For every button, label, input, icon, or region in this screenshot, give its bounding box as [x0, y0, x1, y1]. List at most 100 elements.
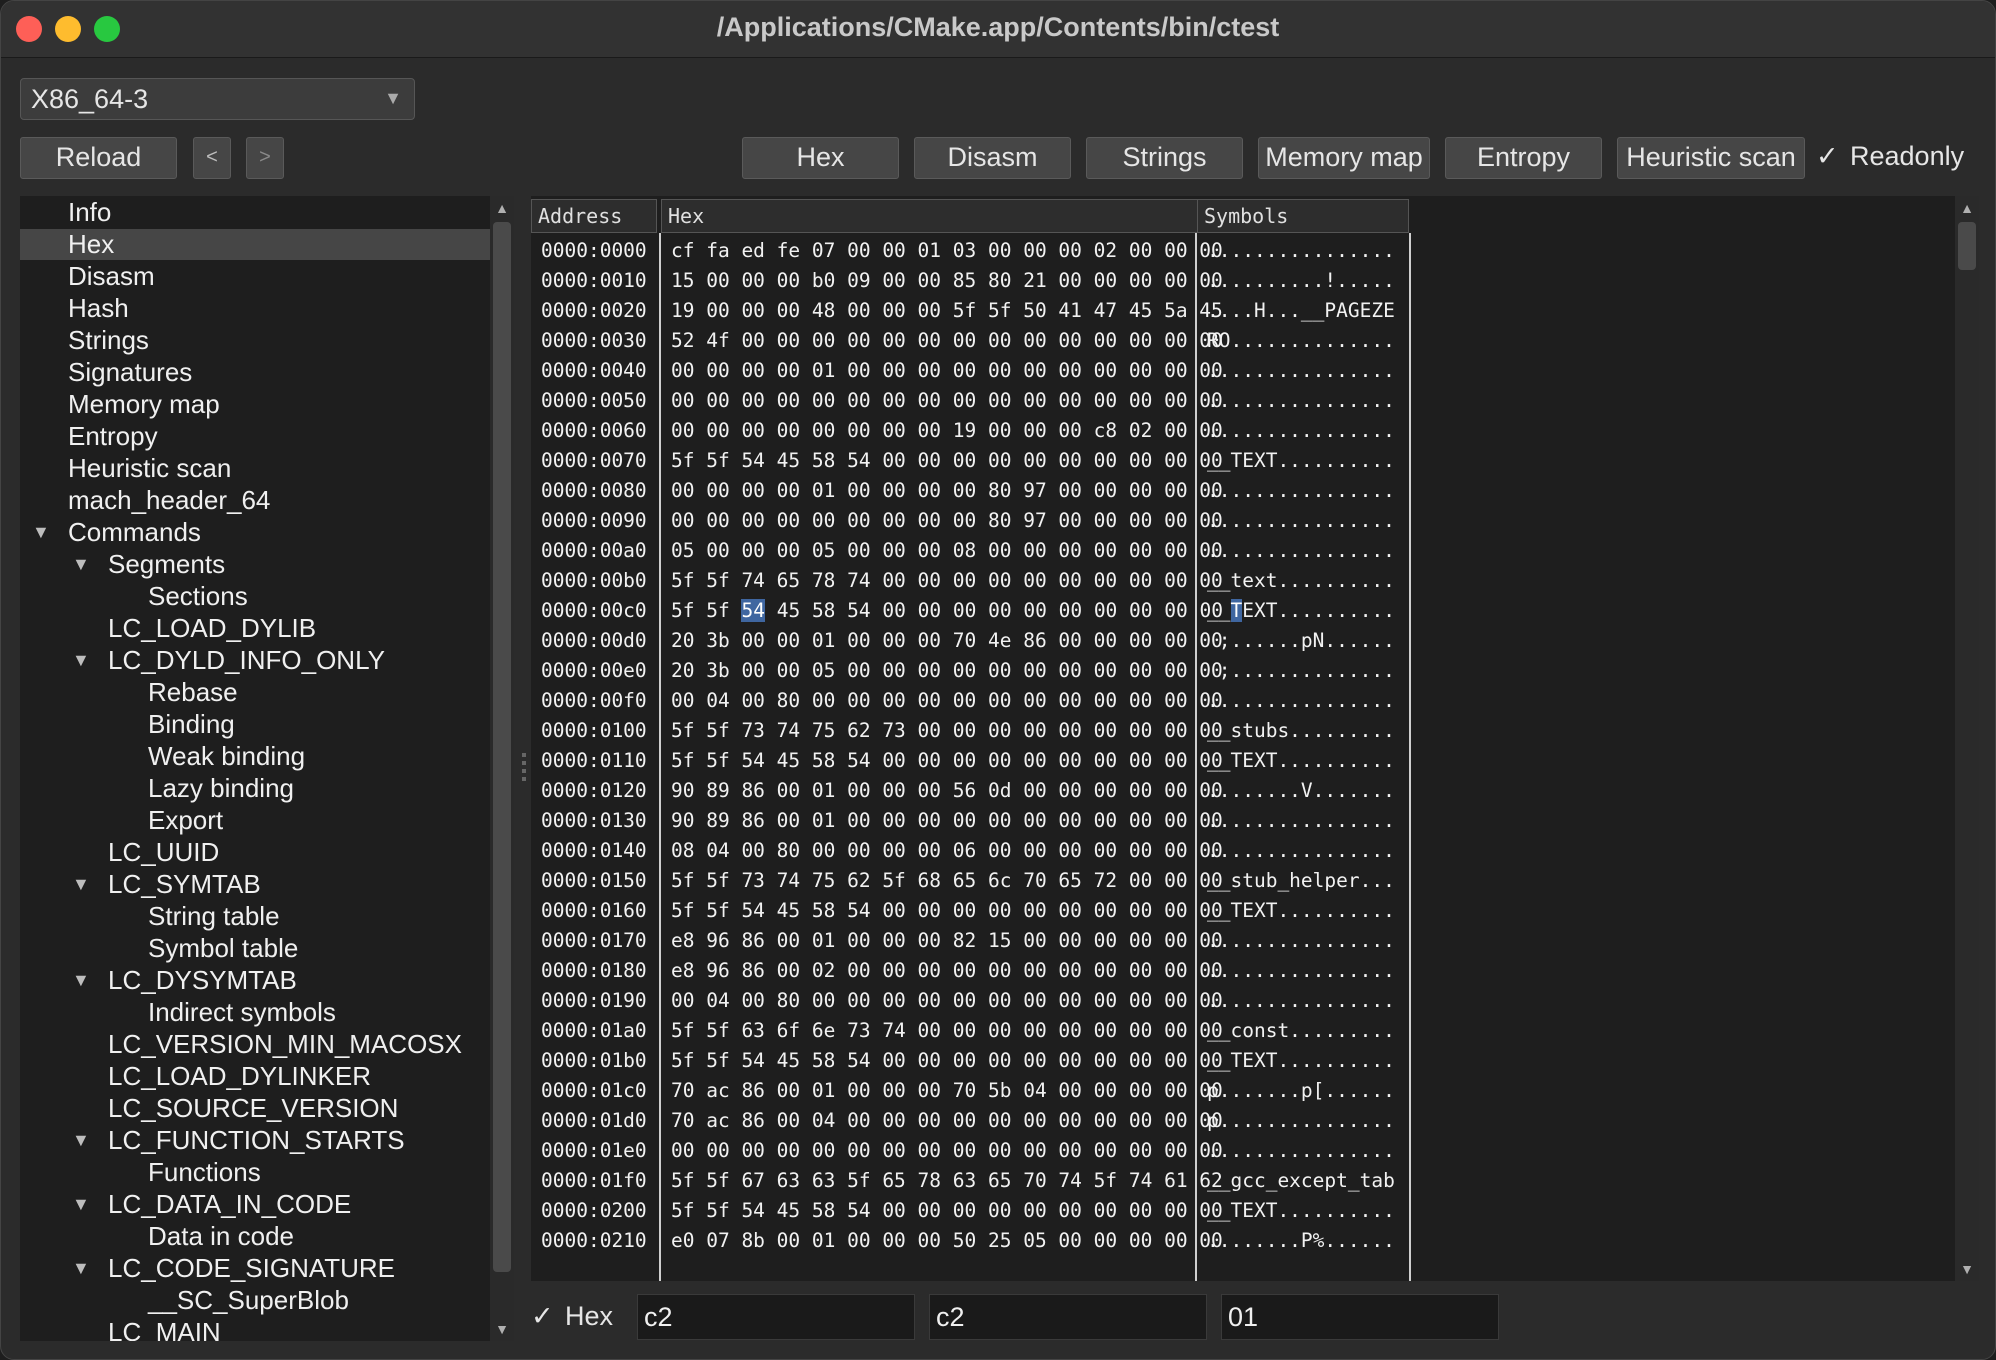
hex-row[interactable]: 0000:0030 52 4f 00 00 00 00 00 00 00 00 0… — [531, 326, 1931, 356]
row-hex-bytes[interactable]: 00 04 00 80 00 00 00 00 00 00 00 00 00 0… — [671, 686, 1223, 716]
hex-row[interactable]: 0000:01f0 5f 5f 67 63 63 5f 65 78 63 65 7… — [531, 1166, 1931, 1196]
tree-item[interactable]: ▼ LC_DYLD_INFO_ONLY — [20, 645, 490, 676]
tree-item[interactable]: __SC_SuperBlob — [20, 1285, 490, 1316]
row-symbols[interactable]: ................ — [1207, 836, 1395, 866]
hex-row[interactable]: 0000:0100 5f 5f 73 74 75 62 73 00 00 00 0… — [531, 716, 1931, 746]
row-symbols[interactable]: ................ — [1207, 1136, 1395, 1166]
hex-row[interactable]: 0000:01a0 5f 5f 63 6f 6e 73 74 00 00 00 0… — [531, 1016, 1931, 1046]
hex-row[interactable]: 0000:00a0 05 00 00 00 05 00 00 00 08 00 0… — [531, 536, 1931, 566]
tree-item[interactable]: Lazy binding — [20, 773, 490, 804]
tree-item[interactable]: ▼ LC_FUNCTION_STARTS — [20, 1125, 490, 1156]
row-symbols[interactable]: ........V....... — [1207, 776, 1395, 806]
expand-arrow-icon[interactable]: ▼ — [72, 869, 90, 900]
hex-row[interactable]: 0000:01b0 5f 5f 54 45 58 54 00 00 00 00 0… — [531, 1046, 1931, 1076]
value-field-3[interactable]: 01 — [1221, 1294, 1499, 1340]
hex-view[interactable]: Address Hex Symbols 0000:0000 cf fa ed fe… — [531, 196, 1955, 1281]
hex-row[interactable]: 0000:0020 19 00 00 00 48 00 00 00 5f 5f 5… — [531, 296, 1931, 326]
hex-row[interactable]: 0000:0090 00 00 00 00 00 00 00 00 00 80 9… — [531, 506, 1931, 536]
row-hex-bytes[interactable]: 00 00 00 00 00 00 00 00 00 00 00 00 00 0… — [671, 386, 1223, 416]
row-hex-bytes[interactable]: 5f 5f 54 45 58 54 00 00 00 00 00 00 00 0… — [671, 1046, 1223, 1076]
hex-row[interactable]: 0000:0150 5f 5f 73 74 75 62 5f 68 65 6c 7… — [531, 866, 1931, 896]
row-symbols[interactable]: ................ — [1207, 506, 1395, 536]
architecture-dropdown[interactable]: X86_64-3 ▼ — [20, 78, 415, 120]
row-symbols[interactable]: ................ — [1207, 986, 1395, 1016]
expand-arrow-icon[interactable]: ▼ — [72, 1253, 90, 1284]
row-symbols[interactable]: ....H...__PAGEZE — [1207, 296, 1395, 326]
memory-map-button[interactable]: Memory map — [1258, 137, 1430, 179]
row-symbols[interactable]: __const......... — [1207, 1016, 1395, 1046]
tree-item[interactable]: Heuristic scan — [20, 453, 490, 484]
tree-item[interactable]: Export — [20, 805, 490, 836]
expand-arrow-icon[interactable]: ▼ — [72, 965, 90, 996]
expand-arrow-icon[interactable]: ▼ — [72, 645, 90, 676]
heuristic-scan-button[interactable]: Heuristic scan — [1617, 137, 1805, 179]
row-symbols[interactable]: RO.............. — [1207, 326, 1395, 356]
row-hex-bytes[interactable]: 5f 5f 54 45 58 54 00 00 00 00 00 00 00 0… — [671, 896, 1223, 926]
hex-row[interactable]: 0000:01e0 00 00 00 00 00 00 00 00 00 00 0… — [531, 1136, 1931, 1166]
tree-item[interactable]: ▼ LC_CODE_SIGNATURE — [20, 1253, 490, 1284]
row-symbols[interactable]: ................ — [1207, 806, 1395, 836]
row-symbols[interactable]: __TEXT.......... — [1207, 1046, 1395, 1076]
row-hex-bytes[interactable]: 00 00 00 00 00 00 00 00 00 00 00 00 00 0… — [671, 1136, 1223, 1166]
row-symbols[interactable]: ................ — [1207, 956, 1395, 986]
row-symbols[interactable]: __gcc_except_tab — [1207, 1166, 1395, 1196]
scroll-down-arrow-icon[interactable]: ▼ — [490, 1317, 514, 1341]
hex-row[interactable]: 0000:01c0 70 ac 86 00 01 00 00 00 70 5b 0… — [531, 1076, 1931, 1106]
row-hex-bytes[interactable]: 15 00 00 00 b0 09 00 00 85 80 21 00 00 0… — [671, 266, 1223, 296]
row-hex-bytes[interactable]: 52 4f 00 00 00 00 00 00 00 00 00 00 00 0… — [671, 326, 1223, 356]
hex-row[interactable]: 0000:00d0 20 3b 00 00 01 00 00 00 70 4e 8… — [531, 626, 1931, 656]
row-symbols[interactable]: ................ — [1207, 416, 1395, 446]
expand-arrow-icon[interactable]: ▼ — [32, 517, 50, 548]
scroll-down-arrow-icon[interactable]: ▼ — [1955, 1257, 1979, 1281]
tree-item[interactable]: Rebase — [20, 677, 490, 708]
hex-row[interactable]: 0000:0210 e0 07 8b 00 01 00 00 00 50 25 0… — [531, 1226, 1931, 1256]
row-symbols[interactable]: ;......pN...... — [1207, 626, 1395, 656]
row-hex-bytes[interactable]: 5f 5f 73 74 75 62 73 00 00 00 00 00 00 0… — [671, 716, 1223, 746]
hex-column-header[interactable]: Hex — [661, 199, 1203, 233]
row-hex-bytes[interactable]: 20 3b 00 00 05 00 00 00 00 00 00 00 00 0… — [671, 656, 1223, 686]
symbols-column-header[interactable]: Symbols — [1197, 199, 1409, 233]
back-button[interactable]: < — [193, 137, 231, 179]
scrollbar-thumb[interactable] — [493, 222, 511, 1272]
row-symbols[interactable]: __stubs......... — [1207, 716, 1395, 746]
expand-arrow-icon[interactable]: ▼ — [72, 549, 90, 580]
hex-row[interactable]: 0000:0060 00 00 00 00 00 00 00 00 19 00 0… — [531, 416, 1931, 446]
hex-row[interactable]: 0000:0050 00 00 00 00 00 00 00 00 00 00 0… — [531, 386, 1931, 416]
tree-item[interactable]: mach_header_64 — [20, 485, 490, 516]
tree-item[interactable]: ▼ Commands — [20, 517, 490, 548]
tree-item[interactable]: Indirect symbols — [20, 997, 490, 1028]
hex-row[interactable]: 0000:0120 90 89 86 00 01 00 00 00 56 0d 0… — [531, 776, 1931, 806]
tree-item[interactable]: ▼ LC_DATA_IN_CODE — [20, 1189, 490, 1220]
row-hex-bytes[interactable]: cf fa ed fe 07 00 00 01 03 00 00 00 02 0… — [671, 236, 1223, 266]
scroll-up-arrow-icon[interactable]: ▲ — [1955, 196, 1979, 220]
row-hex-bytes[interactable]: 5f 5f 74 65 78 74 00 00 00 00 00 00 00 0… — [671, 566, 1223, 596]
expand-arrow-icon[interactable]: ▼ — [72, 1189, 90, 1220]
hex-row[interactable]: 0000:0010 15 00 00 00 b0 09 00 00 85 80 2… — [531, 266, 1931, 296]
entropy-button[interactable]: Entropy — [1445, 137, 1602, 179]
hex-row[interactable]: 0000:0140 08 04 00 80 00 00 00 00 06 00 0… — [531, 836, 1931, 866]
row-symbols[interactable]: ................ — [1207, 386, 1395, 416]
hex-row[interactable]: 0000:0180 e8 96 86 00 02 00 00 00 00 00 0… — [531, 956, 1931, 986]
hex-row[interactable]: 0000:0040 00 00 00 00 01 00 00 00 00 00 0… — [531, 356, 1931, 386]
hex-row[interactable]: 0000:0130 90 89 86 00 01 00 00 00 00 00 0… — [531, 806, 1931, 836]
row-hex-bytes[interactable]: e8 96 86 00 01 00 00 00 82 15 00 00 00 0… — [671, 926, 1223, 956]
row-symbols[interactable]: ;.............. — [1207, 656, 1395, 686]
hex-row[interactable]: 0000:00b0 5f 5f 74 65 78 74 00 00 00 00 0… — [531, 566, 1931, 596]
hex-row[interactable]: 0000:0070 5f 5f 54 45 58 54 00 00 00 00 0… — [531, 446, 1931, 476]
row-symbols[interactable]: __stub_helper... — [1207, 866, 1395, 896]
row-symbols[interactable]: __TEXT.......... — [1207, 1196, 1395, 1226]
hex-row[interactable]: 0000:0000 cf fa ed fe 07 00 00 01 03 00 0… — [531, 236, 1931, 266]
row-symbols[interactable]: __TEXT.......... — [1207, 896, 1395, 926]
row-hex-bytes[interactable]: 5f 5f 54 45 58 54 00 00 00 00 00 00 00 0… — [671, 596, 1223, 626]
tree-item[interactable]: LC_LOAD_DYLINKER — [20, 1061, 490, 1092]
tree-item[interactable]: Binding — [20, 709, 490, 740]
panel-splitter-handle[interactable] — [522, 753, 526, 791]
tree-item[interactable]: Memory map — [20, 389, 490, 420]
row-symbols[interactable]: p............... — [1207, 1106, 1395, 1136]
row-hex-bytes[interactable]: 00 00 00 00 01 00 00 00 00 80 97 00 00 0… — [671, 476, 1223, 506]
scroll-up-arrow-icon[interactable]: ▲ — [490, 196, 514, 220]
value-field-2[interactable]: c2 — [929, 1294, 1207, 1340]
hex-row[interactable]: 0000:0080 00 00 00 00 01 00 00 00 00 80 9… — [531, 476, 1931, 506]
tree-item[interactable]: Data in code — [20, 1221, 490, 1252]
forward-button[interactable]: > — [246, 137, 284, 179]
